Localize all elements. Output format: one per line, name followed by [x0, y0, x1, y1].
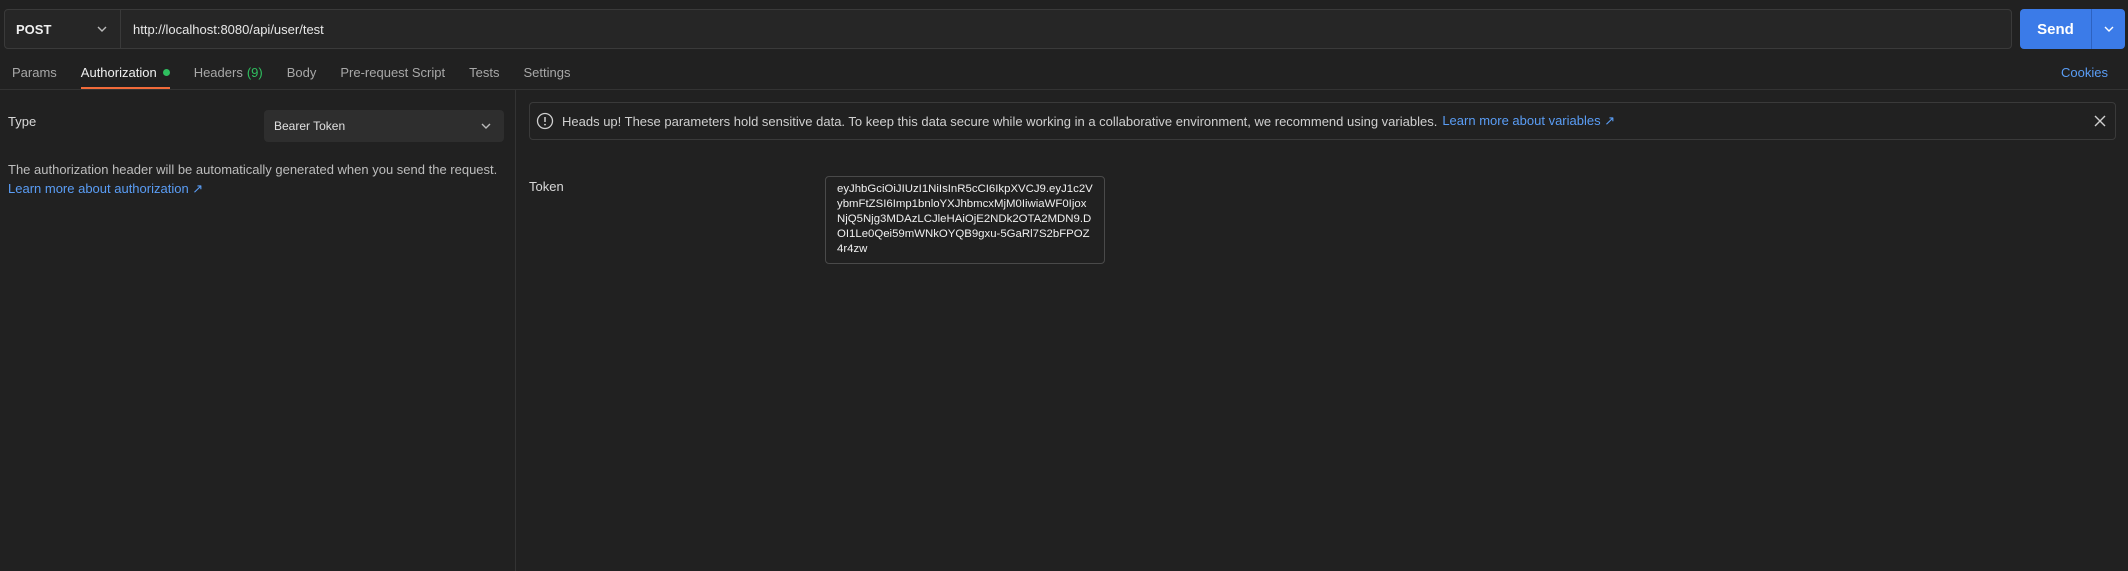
- headers-count-badge: (9): [246, 65, 263, 80]
- tab-label: Authorization: [80, 65, 157, 80]
- learn-more-variables-link[interactable]: Learn more about variables ↗: [1442, 113, 1615, 129]
- tab-label: Params: [12, 65, 57, 80]
- auth-type-select[interactable]: Bearer Token: [264, 110, 504, 142]
- token-label: Token: [529, 179, 564, 194]
- tab-pre-request-script[interactable]: Pre-request Script: [340, 56, 445, 89]
- cookies-link[interactable]: Cookies: [2061, 56, 2108, 89]
- auth-description: The authorization header will be automat…: [8, 162, 498, 177]
- tab-label: Settings: [523, 65, 571, 80]
- learn-more-authorization-link[interactable]: Learn more about authorization ↗: [8, 179, 203, 198]
- chevron-down-icon: [481, 123, 491, 129]
- method-label: POST: [16, 21, 52, 37]
- chevron-down-icon: [2104, 26, 2113, 32]
- status-dot-icon: [162, 69, 170, 76]
- send-group: Send: [2020, 9, 2125, 49]
- send-button[interactable]: Send: [2020, 9, 2091, 49]
- auth-type-value: Bearer Token: [274, 119, 346, 133]
- tab-params[interactable]: Params: [12, 56, 57, 89]
- tab-authorization[interactable]: Authorization: [80, 56, 170, 89]
- close-icon[interactable]: [2091, 112, 2109, 130]
- token-input[interactable]: eyJhbGciOiJIUzI1NiIsInR5cCI6IkpXVCJ9.eyJ…: [825, 176, 1105, 264]
- chevron-down-icon: [97, 26, 107, 32]
- notice-text: Heads up! These parameters hold sensitiv…: [562, 113, 1438, 129]
- tab-tests[interactable]: Tests: [469, 56, 499, 89]
- request-tabs: Params Authorization Headers (9) Body Pr…: [0, 56, 2128, 90]
- auth-type-panel: Type Bearer Token The authorization head…: [0, 90, 516, 571]
- tab-settings[interactable]: Settings: [523, 56, 570, 89]
- tab-label: Pre-request Script: [340, 65, 446, 80]
- url-input[interactable]: [121, 10, 2011, 48]
- tab-label: Headers: [193, 65, 243, 80]
- type-label: Type: [8, 114, 37, 129]
- tab-label: Tests: [469, 65, 500, 80]
- tab-headers[interactable]: Headers (9): [194, 56, 263, 89]
- request-bar: POST: [4, 9, 2012, 49]
- send-dropdown-button[interactable]: [2091, 9, 2125, 49]
- sensitive-data-notice: Heads up! These parameters hold sensitiv…: [529, 102, 2116, 140]
- method-select[interactable]: POST: [5, 10, 121, 48]
- info-icon: [536, 112, 554, 130]
- tab-body[interactable]: Body: [287, 56, 317, 89]
- tab-label: Body: [286, 65, 317, 80]
